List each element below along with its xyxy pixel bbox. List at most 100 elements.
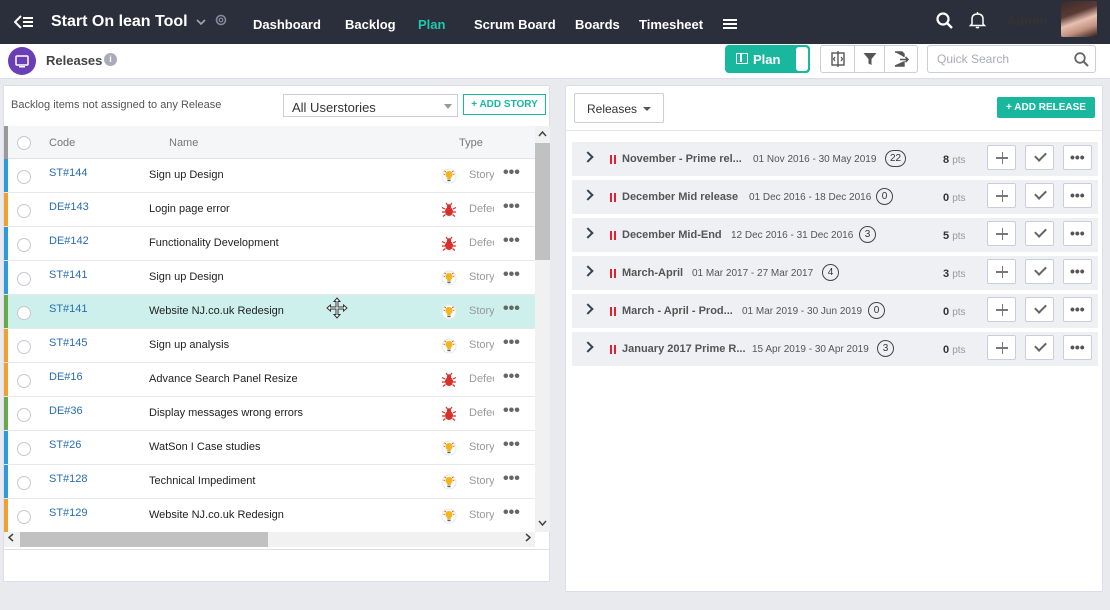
table-row[interactable]: ST#144 Sign up Design Story ••• xyxy=(4,159,535,193)
scroll-left-icon[interactable] xyxy=(7,533,14,545)
more-options-icon[interactable]: ••• xyxy=(503,232,520,250)
add-to-release-button[interactable] xyxy=(987,183,1016,208)
more-options-icon[interactable]: ••• xyxy=(503,198,520,216)
nav-backlog[interactable]: Backlog xyxy=(345,17,396,32)
vertical-scroll-thumb[interactable] xyxy=(535,143,550,260)
gear-icon[interactable] xyxy=(214,13,228,31)
table-row[interactable]: DE#16 Advance Search Panel Resize Defect ••… xyxy=(4,363,535,397)
column-header-code[interactable]: Code xyxy=(49,137,75,149)
row-checkbox[interactable] xyxy=(17,374,31,388)
userstory-filter-select[interactable]: All Userstories xyxy=(283,94,458,117)
row-checkbox[interactable] xyxy=(17,340,31,354)
avatar[interactable] xyxy=(1061,1,1097,37)
release-name[interactable]: January 2017 Prime R... xyxy=(622,343,746,355)
select-all-checkbox[interactable] xyxy=(17,136,31,150)
chevron-right-icon[interactable] xyxy=(582,265,594,277)
more-options-icon[interactable]: ••• xyxy=(503,402,520,420)
release-more-button[interactable]: ••• xyxy=(1063,259,1092,284)
release-name[interactable]: November - Prime rel... xyxy=(622,153,742,165)
row-name[interactable]: Website NJ.co.uk Redesign xyxy=(149,305,284,317)
table-row[interactable]: ST#128 Technical Impediment Story ••• xyxy=(4,465,535,499)
row-code-link[interactable]: ST#128 xyxy=(49,473,88,485)
table-row[interactable]: DE#36 Display messages wrong errors Defect… xyxy=(4,397,535,431)
row-name[interactable]: Website NJ.co.uk Redesign xyxy=(149,509,284,521)
scroll-down-icon[interactable] xyxy=(538,518,547,529)
add-to-release-button[interactable] xyxy=(987,297,1016,322)
table-row[interactable]: ST#141 Website NJ.co.uk Redesign Story ••• xyxy=(4,295,535,329)
chevron-right-icon[interactable] xyxy=(582,151,594,163)
row-checkbox[interactable] xyxy=(17,476,31,490)
more-options-icon[interactable]: ••• xyxy=(503,368,520,386)
release-name[interactable]: December Mid-End xyxy=(622,229,722,241)
release-row[interactable]: January 2017 Prime R... 15 Apr 2019 - 30 … xyxy=(572,332,1098,366)
nav-scrum-board[interactable]: Scrum Board xyxy=(474,17,556,32)
release-name[interactable]: March-April xyxy=(622,267,683,279)
complete-release-button[interactable] xyxy=(1025,335,1054,360)
table-row[interactable]: ST#141 Sign up Design Story ••• xyxy=(4,261,535,295)
table-row[interactable]: ST#26 WatSon I Case studies Story ••• xyxy=(4,431,535,465)
more-options-icon[interactable]: ••• xyxy=(503,504,520,522)
complete-release-button[interactable] xyxy=(1025,259,1054,284)
split-view-button[interactable] xyxy=(820,45,855,73)
releases-dropdown[interactable]: Releases xyxy=(574,93,664,123)
release-row[interactable]: March-April 01 Mar 2017 - 27 Mar 2017 4 3 p… xyxy=(572,256,1098,290)
nav-plan[interactable]: Plan xyxy=(418,17,445,32)
release-row[interactable]: November - Prime rel... 01 Nov 2016 - 30 … xyxy=(572,142,1098,176)
add-to-release-button[interactable] xyxy=(987,259,1016,284)
plan-view-toggle[interactable]: Plan xyxy=(725,45,810,73)
row-name[interactable]: Functionality Development xyxy=(149,237,279,249)
quick-search-input[interactable] xyxy=(937,52,1067,66)
row-name[interactable]: Sign up Design xyxy=(149,271,224,283)
vertical-scrollbar[interactable] xyxy=(535,126,550,532)
chevron-right-icon[interactable] xyxy=(582,341,594,353)
row-code-link[interactable]: ST#145 xyxy=(49,337,88,349)
row-checkbox[interactable] xyxy=(17,306,31,320)
add-story-button[interactable]: + ADD STORY xyxy=(463,94,546,115)
row-code-link[interactable]: DE#36 xyxy=(49,405,83,417)
chevron-right-icon[interactable] xyxy=(582,303,594,315)
table-row[interactable]: ST#129 Website NJ.co.uk Redesign Story ••• xyxy=(4,499,535,532)
release-more-button[interactable]: ••• xyxy=(1063,145,1092,170)
more-options-icon[interactable]: ••• xyxy=(503,470,520,488)
table-row[interactable]: DE#142 Functionality Development Defect ••• xyxy=(4,227,535,261)
export-button[interactable] xyxy=(884,45,918,73)
row-code-link[interactable]: ST#144 xyxy=(49,167,88,179)
nav-boards[interactable]: Boards xyxy=(575,17,620,32)
row-checkbox[interactable] xyxy=(17,204,31,218)
row-code-link[interactable]: ST#26 xyxy=(49,439,81,451)
more-options-icon[interactable]: ••• xyxy=(503,164,520,182)
column-header-type[interactable]: Type xyxy=(459,137,483,149)
row-checkbox[interactable] xyxy=(17,408,31,422)
bell-icon[interactable] xyxy=(968,11,987,32)
row-name[interactable]: Advance Search Panel Resize xyxy=(149,373,298,385)
row-name[interactable]: WatSon I Case studies xyxy=(149,441,260,453)
release-row[interactable]: December Mid release 01 Dec 2016 - 18 Dec… xyxy=(572,180,1098,214)
release-name[interactable]: March - April - Prod... xyxy=(622,305,733,317)
complete-release-button[interactable] xyxy=(1025,297,1054,322)
row-name[interactable]: Sign up Design xyxy=(149,169,224,181)
add-to-release-button[interactable] xyxy=(987,335,1016,360)
row-code-link[interactable]: ST#141 xyxy=(49,303,88,315)
chevron-down-icon[interactable] xyxy=(196,15,206,29)
add-to-release-button[interactable] xyxy=(987,145,1016,170)
search-icon[interactable] xyxy=(1074,52,1089,70)
row-code-link[interactable]: DE#142 xyxy=(49,235,89,247)
app-title[interactable]: Start On lean Tool xyxy=(51,13,188,31)
complete-release-button[interactable] xyxy=(1025,221,1054,246)
add-to-release-button[interactable] xyxy=(987,221,1016,246)
nav-dashboard[interactable]: Dashboard xyxy=(253,17,321,32)
row-code-link[interactable]: ST#129 xyxy=(49,507,88,519)
user-name[interactable]: Admin xyxy=(1007,13,1047,28)
release-row[interactable]: March - April - Prod... 01 Mar 2019 - 30 … xyxy=(572,294,1098,328)
row-name[interactable]: Technical Impediment xyxy=(149,475,255,487)
search-icon[interactable] xyxy=(936,12,953,32)
release-more-button[interactable]: ••• xyxy=(1063,335,1092,360)
complete-release-button[interactable] xyxy=(1025,145,1054,170)
row-code-link[interactable]: ST#141 xyxy=(49,269,88,281)
more-options-icon[interactable]: ••• xyxy=(503,334,520,352)
release-more-button[interactable]: ••• xyxy=(1063,297,1092,322)
add-release-button[interactable]: + ADD RELEASE xyxy=(997,97,1095,118)
release-more-button[interactable]: ••• xyxy=(1063,183,1092,208)
more-options-icon[interactable]: ••• xyxy=(503,436,520,454)
more-options-icon[interactable]: ••• xyxy=(503,300,520,318)
